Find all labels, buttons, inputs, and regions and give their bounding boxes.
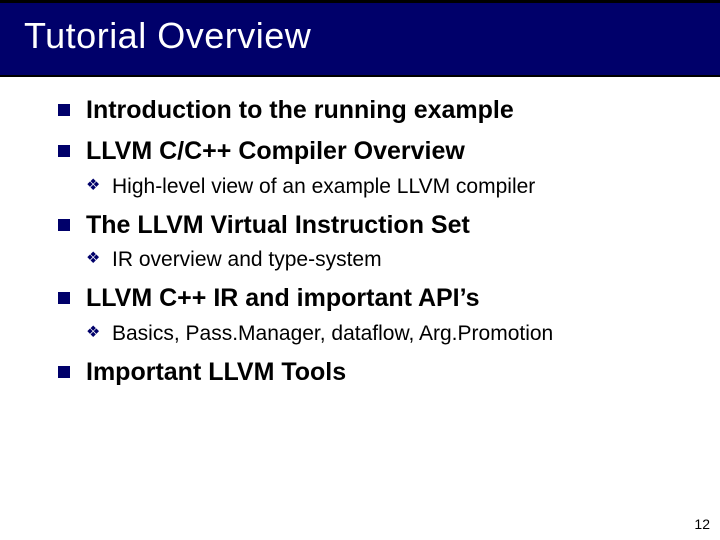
bullet-list: Introduction to the running example LLVM… bbox=[58, 95, 680, 388]
slide-content: Introduction to the running example LLVM… bbox=[0, 77, 720, 388]
sub-list-item-label: IR overview and type-system bbox=[112, 248, 382, 271]
list-item-label: Introduction to the running example bbox=[86, 96, 514, 124]
list-item-label: Important LLVM Tools bbox=[86, 358, 346, 386]
sub-list: ❖ IR overview and type-system bbox=[86, 247, 680, 273]
diamond-bullet-icon: ❖ bbox=[86, 251, 100, 267]
square-bullet-icon bbox=[58, 219, 70, 231]
diamond-bullet-icon: ❖ bbox=[86, 325, 100, 341]
list-item: LLVM C++ IR and important API’s ❖ Basics… bbox=[58, 283, 680, 347]
square-bullet-icon bbox=[58, 292, 70, 304]
square-bullet-icon bbox=[58, 145, 70, 157]
sub-list-item: ❖ IR overview and type-system bbox=[86, 247, 680, 273]
list-item: Introduction to the running example bbox=[58, 95, 680, 126]
sub-list-item: ❖ Basics, Pass.Manager, dataflow, Arg.Pr… bbox=[86, 321, 680, 347]
square-bullet-icon bbox=[58, 366, 70, 378]
list-item-label: LLVM C++ IR and important API’s bbox=[86, 284, 480, 312]
list-item-label: The LLVM Virtual Instruction Set bbox=[86, 211, 470, 239]
square-bullet-icon bbox=[58, 104, 70, 116]
sub-list-item: ❖ High-level view of an example LLVM com… bbox=[86, 174, 680, 200]
sub-list: ❖ High-level view of an example LLVM com… bbox=[86, 174, 680, 200]
list-item: The LLVM Virtual Instruction Set ❖ IR ov… bbox=[58, 210, 680, 274]
list-item: Important LLVM Tools bbox=[58, 357, 680, 388]
title-bar: Tutorial Overview bbox=[0, 0, 720, 77]
diamond-bullet-icon: ❖ bbox=[86, 178, 100, 194]
list-item: LLVM C/C++ Compiler Overview ❖ High-leve… bbox=[58, 136, 680, 200]
slide: Tutorial Overview Introduction to the ru… bbox=[0, 0, 720, 540]
sub-list-item-label: Basics, Pass.Manager, dataflow, Arg.Prom… bbox=[112, 322, 553, 345]
page-number: 12 bbox=[694, 516, 710, 532]
list-item-label: LLVM C/C++ Compiler Overview bbox=[86, 137, 465, 165]
sub-list: ❖ Basics, Pass.Manager, dataflow, Arg.Pr… bbox=[86, 321, 680, 347]
slide-title: Tutorial Overview bbox=[24, 15, 696, 57]
sub-list-item-label: High-level view of an example LLVM compi… bbox=[112, 175, 535, 198]
